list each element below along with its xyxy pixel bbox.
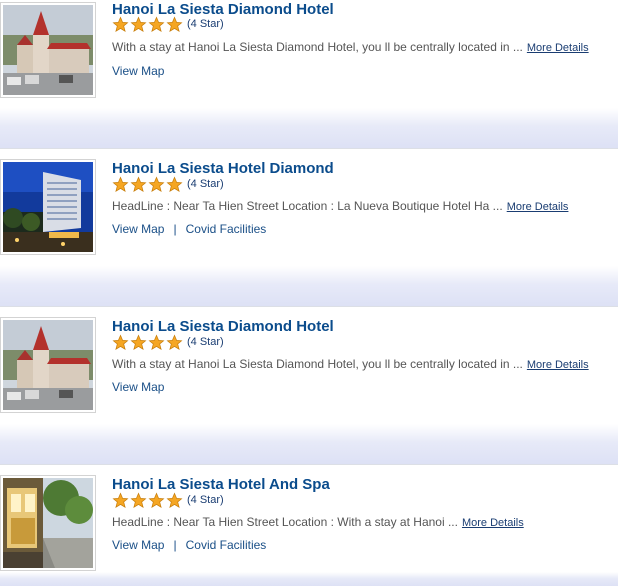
link-divider: | <box>173 538 177 552</box>
hotel-description-text: With a stay at Hanoi La Siesta Diamond H… <box>112 357 523 371</box>
star-rating: (4 Star) <box>112 333 224 351</box>
hotel-links: View Map <box>112 380 164 395</box>
star-rating-label: (4 Star) <box>187 335 224 348</box>
star-icon <box>130 492 147 508</box>
hotel-card: Hanoi La Siesta Diamond Hotel (4 Star) W… <box>0 306 618 414</box>
hotel-links: View Map <box>112 64 164 79</box>
star-icon <box>148 334 165 350</box>
card-separator <box>0 108 618 148</box>
hotel-image[interactable] <box>0 317 96 413</box>
hotel-image[interactable] <box>0 159 96 255</box>
star-icon <box>130 176 147 192</box>
hotel-image[interactable] <box>0 475 96 571</box>
hotel-night-photo-icon <box>3 162 93 252</box>
star-rating-label: (4 Star) <box>187 17 224 30</box>
link-divider: | <box>173 222 177 236</box>
view-map-link[interactable]: View Map <box>112 64 164 78</box>
star-rating: (4 Star) <box>112 491 224 509</box>
hotel-card: Hanoi La Siesta Hotel Diamond (4 Star) H… <box>0 148 618 256</box>
hotel-card: Hanoi La Siesta Hotel And Spa (4 Star) H… <box>0 464 618 572</box>
card-separator <box>0 424 618 464</box>
more-details-link[interactable]: More Details <box>527 42 589 54</box>
star-icon <box>130 334 147 350</box>
star-icon <box>112 16 129 32</box>
hotel-card: Hanoi La Siesta Diamond Hotel (4 Star) W… <box>0 0 618 108</box>
view-map-link[interactable]: View Map <box>112 380 164 394</box>
view-map-link[interactable]: View Map <box>112 222 164 236</box>
hotel-links: View Map | Covid Facilities <box>112 222 266 237</box>
card-separator <box>0 266 618 306</box>
star-icon <box>166 334 183 350</box>
hotel-building-photo-icon <box>3 320 93 410</box>
star-icon <box>166 16 183 32</box>
hotel-description: HeadLine : Near Ta Hien Street Location … <box>112 515 524 531</box>
hotel-description: HeadLine : Near Ta Hien Street Location … <box>112 199 568 215</box>
view-map-link[interactable]: View Map <box>112 538 164 552</box>
star-icon <box>112 492 129 508</box>
star-icon <box>130 16 147 32</box>
star-icon <box>148 492 165 508</box>
hotel-street-photo-icon <box>3 478 93 568</box>
covid-facilities-link[interactable]: Covid Facilities <box>186 222 267 236</box>
hotel-description-text: HeadLine : Near Ta Hien Street Location … <box>112 199 503 213</box>
star-icon <box>112 334 129 350</box>
hotel-building-photo-icon <box>3 5 93 95</box>
hotel-links: View Map | Covid Facilities <box>112 538 266 553</box>
star-rating-label: (4 Star) <box>187 177 224 190</box>
star-icon <box>148 16 165 32</box>
star-icon <box>112 176 129 192</box>
star-icon <box>148 176 165 192</box>
star-rating-label: (4 Star) <box>187 493 224 506</box>
hotel-description: With a stay at Hanoi La Siesta Diamond H… <box>112 357 589 373</box>
hotel-description: With a stay at Hanoi La Siesta Diamond H… <box>112 40 589 56</box>
star-rating: (4 Star) <box>112 15 224 33</box>
covid-facilities-link[interactable]: Covid Facilities <box>186 538 267 552</box>
more-details-link[interactable]: More Details <box>507 201 569 213</box>
star-icon <box>166 176 183 192</box>
hotel-image[interactable] <box>0 2 96 98</box>
hotel-description-text: With a stay at Hanoi La Siesta Diamond H… <box>112 40 523 54</box>
star-rating: (4 Star) <box>112 175 224 193</box>
more-details-link[interactable]: More Details <box>527 359 589 371</box>
card-separator <box>0 572 618 586</box>
hotel-description-text: HeadLine : Near Ta Hien Street Location … <box>112 515 458 529</box>
more-details-link[interactable]: More Details <box>462 517 524 529</box>
star-icon <box>166 492 183 508</box>
